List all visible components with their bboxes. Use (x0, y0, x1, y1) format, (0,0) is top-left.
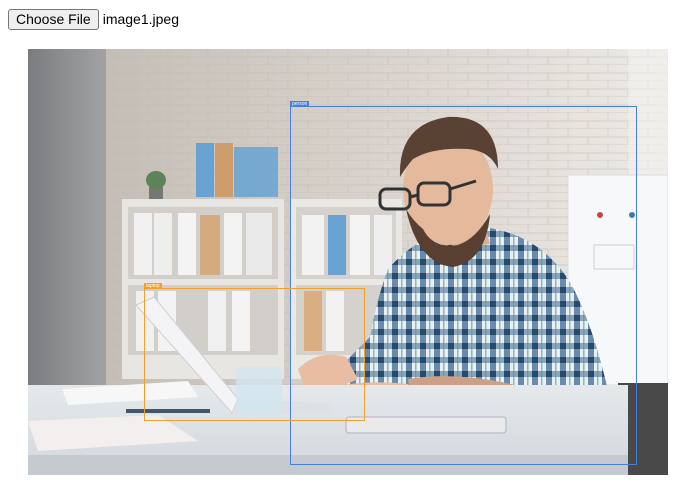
selected-file-name: image1.jpeg (102, 11, 179, 27)
uploaded-photo: person laptop (28, 49, 668, 475)
laptop-detection-label: laptop (144, 283, 162, 289)
file-input[interactable]: Choose File image1.jpeg (8, 8, 179, 30)
person-detection-label: person (290, 101, 310, 107)
choose-file-button[interactable]: Choose File (8, 8, 99, 30)
laptop-bounding-box: laptop (144, 283, 365, 421)
